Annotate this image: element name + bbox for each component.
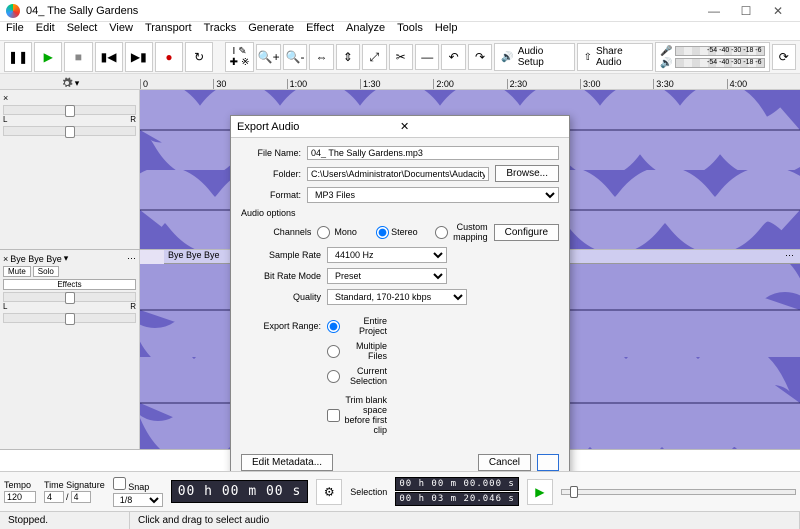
- browse-button[interactable]: Browse...: [495, 165, 559, 182]
- mono-radio[interactable]: Mono: [317, 226, 370, 239]
- snap-label: Snap: [128, 482, 149, 492]
- export-audio-dialog: Export Audio ✕ File Name: Folder: Browse…: [230, 115, 570, 482]
- sample-rate-select[interactable]: 44100 Hz: [327, 247, 447, 263]
- dialog-backdrop: Export Audio ✕ File Name: Folder: Browse…: [0, 0, 800, 529]
- format-label: Format:: [241, 190, 301, 200]
- filename-label: File Name:: [241, 148, 301, 158]
- snap-checkbox[interactable]: [113, 477, 126, 490]
- play-at-speed-button[interactable]: ▶: [527, 479, 553, 505]
- folder-label: Folder:: [241, 169, 301, 179]
- main-timecode[interactable]: 00 h 00 m 00 s: [171, 480, 309, 503]
- edit-metadata-button[interactable]: Edit Metadata...: [241, 454, 333, 471]
- snap-select[interactable]: 1/8: [113, 493, 163, 507]
- dialog-title: Export Audio: [237, 121, 400, 133]
- channels-label: Channels: [241, 227, 311, 237]
- export-button[interactable]: [537, 454, 559, 471]
- selection-start-timecode[interactable]: 00 h 00 m 00.000 s: [395, 477, 519, 491]
- selection-label: Selection: [350, 487, 387, 497]
- timesig-num-input[interactable]: [44, 491, 64, 503]
- cancel-button[interactable]: Cancel: [478, 454, 531, 471]
- bit-rate-mode-label: Bit Rate Mode: [241, 271, 321, 281]
- play-speed-slider[interactable]: [561, 489, 796, 495]
- format-select[interactable]: MP3 Files: [307, 187, 559, 203]
- folder-input[interactable]: [307, 167, 489, 181]
- entire-project-radio[interactable]: Entire Project: [327, 316, 387, 336]
- quality-label: Quality: [241, 292, 321, 302]
- status-state: Stopped.: [0, 512, 130, 529]
- transport-bar: Tempo Time Signature / Snap 1/8 00 h 00 …: [0, 471, 800, 511]
- status-hint: Click and drag to select audio: [130, 512, 800, 529]
- quality-select[interactable]: Standard, 170-210 kbps: [327, 289, 467, 305]
- trim-checkbox[interactable]: Trim blank space before first clip: [327, 395, 387, 435]
- tempo-label: Tempo: [4, 480, 36, 490]
- sample-rate-label: Sample Rate: [241, 250, 321, 260]
- custom-mapping-radio[interactable]: Custom mapping: [435, 222, 488, 242]
- current-selection-radio[interactable]: Current Selection: [327, 366, 387, 386]
- timesig-label: Time Signature: [44, 480, 105, 490]
- timecode-settings-icon[interactable]: ⚙: [316, 479, 342, 505]
- configure-button[interactable]: Configure: [494, 224, 559, 241]
- multiple-files-radio[interactable]: Multiple Files: [327, 341, 387, 361]
- status-bar: Stopped. Click and drag to select audio: [0, 511, 800, 529]
- filename-input[interactable]: [307, 146, 559, 160]
- dialog-close-icon[interactable]: ✕: [400, 120, 563, 133]
- export-range-label: Export Range:: [241, 321, 321, 331]
- bit-rate-mode-select[interactable]: Preset: [327, 268, 447, 284]
- timesig-den-input[interactable]: [71, 491, 91, 503]
- audio-options-heading: Audio options: [241, 208, 559, 218]
- stereo-radio[interactable]: Stereo: [376, 226, 429, 239]
- selection-end-timecode[interactable]: 00 h 03 m 20.046 s: [395, 492, 519, 506]
- tempo-input[interactable]: [4, 491, 36, 503]
